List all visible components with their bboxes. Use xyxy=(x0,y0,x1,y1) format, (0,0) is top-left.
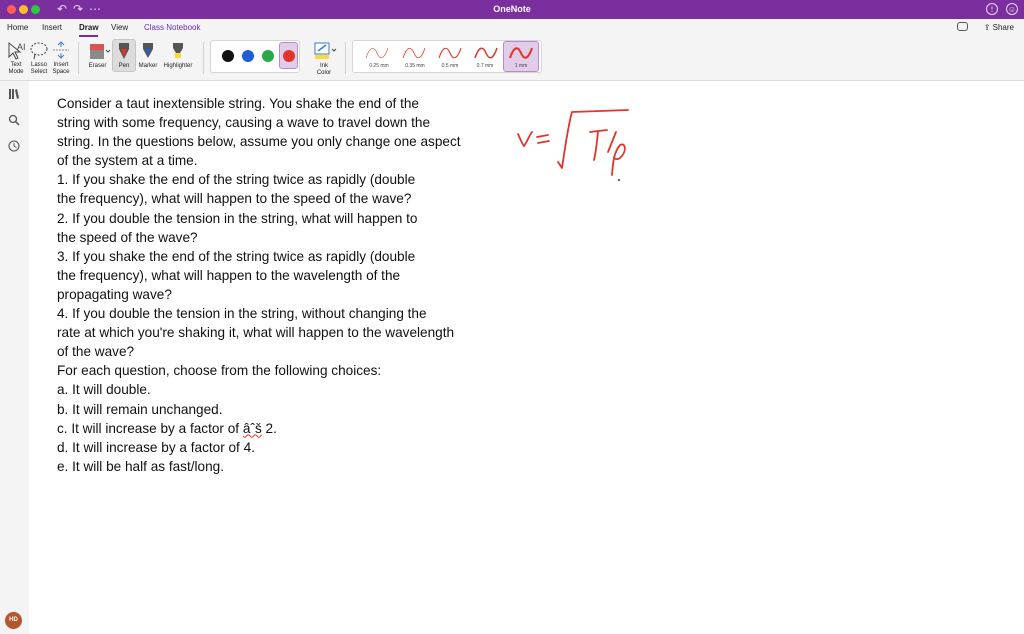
question-text-block[interactable]: Consider a taut inextensible string. You… xyxy=(57,94,497,476)
avatar[interactable]: HD xyxy=(5,612,22,629)
insert-space-label-2: Space xyxy=(52,69,70,75)
ink-color-label-1: Ink xyxy=(319,63,328,69)
choice-line: d. It will increase by a factor of 4. xyxy=(57,439,255,455)
maximize-window-button[interactable] xyxy=(31,5,40,14)
text-mode-button[interactable]: AI Text Mode xyxy=(4,40,28,76)
recent-notes-icon[interactable] xyxy=(8,140,20,152)
toolbar-divider xyxy=(203,42,204,74)
stroke-0-5mm-icon[interactable] xyxy=(435,44,465,62)
note-line: a. It will double. xyxy=(57,382,151,398)
lasso-label-1: Lasso xyxy=(30,62,47,68)
marker-icon xyxy=(143,43,153,58)
note-line: For each question, choose from the follo… xyxy=(57,363,382,379)
active-tab-indicator xyxy=(79,35,98,37)
note-line: Consider a taut inextensible string. You… xyxy=(57,96,419,111)
lasso-select-button[interactable]: Lasso Select xyxy=(28,40,50,76)
tab-insert[interactable]: Insert xyxy=(42,23,62,32)
note-line: the frequency), what will happen to the … xyxy=(57,191,412,207)
insert-space-label-1: Insert xyxy=(53,62,69,68)
comments-icon[interactable] xyxy=(957,22,968,31)
title-bar: ↶ ↷ ⋯ OneNote ! ☺ xyxy=(0,0,1024,19)
minimize-window-button[interactable] xyxy=(19,5,28,14)
lasso-label-2: Select xyxy=(30,69,48,75)
insert-space-icon xyxy=(53,41,69,59)
note-line: string. In the questions below, assume y… xyxy=(57,134,461,150)
search-icon[interactable] xyxy=(8,114,20,126)
note-line: the frequency), what will happen to the … xyxy=(57,267,401,283)
green-pen-swatch[interactable] xyxy=(262,50,274,62)
text-mode-label-2: Mode xyxy=(8,69,24,75)
note-line: string with some frequency, causing a wa… xyxy=(57,115,431,131)
redo-icon[interactable]: ↷ xyxy=(73,2,83,16)
note-line: the speed of the wave? xyxy=(57,229,198,245)
choice-c-line: c. It will increase by a factor of âˆš 2… xyxy=(57,419,497,438)
smiley-icon[interactable]: ☺ xyxy=(1006,3,1018,15)
stroke-0-7mm-label: 0.7 mm xyxy=(476,63,494,69)
handwritten-equation-ink[interactable] xyxy=(510,100,640,190)
left-navigation-rail xyxy=(0,81,29,634)
misspelled-symbol: âˆš xyxy=(242,420,262,436)
text-mode-icon: AI xyxy=(8,41,26,60)
ink-color-label-2: Color xyxy=(316,70,332,76)
note-line: of the system at a time. xyxy=(57,153,198,169)
choice-c-suffix: 2. xyxy=(261,420,277,436)
notebooks-icon[interactable] xyxy=(8,88,20,100)
pen-label: Pen xyxy=(118,63,130,69)
close-window-button[interactable] xyxy=(7,5,16,14)
stroke-0-25mm-label: 0.25 mm xyxy=(369,63,389,69)
stroke-1mm-icon[interactable] xyxy=(506,44,536,62)
blue-pen-swatch[interactable] xyxy=(242,50,254,62)
toolbar-divider xyxy=(78,42,79,74)
draw-toolbar: AI Text Mode Lasso Select Insert Space E… xyxy=(0,38,1024,81)
eraser-icon xyxy=(89,44,110,59)
more-icon[interactable]: ⋯ xyxy=(89,2,101,16)
tab-view[interactable]: View xyxy=(111,23,128,32)
eraser-label: Eraser xyxy=(88,63,107,69)
note-line: of the wave? xyxy=(57,344,135,360)
tab-class-notebook[interactable]: Class Notebook xyxy=(144,23,200,32)
share-icon: ⇪ xyxy=(983,23,991,32)
marker-label: Marker xyxy=(138,63,158,69)
stroke-0-35mm-icon[interactable] xyxy=(399,44,429,62)
svg-text:AI: AI xyxy=(17,42,26,52)
text-mode-label-1: Text xyxy=(10,62,22,68)
tab-home[interactable]: Home xyxy=(7,23,28,32)
ribbon-tabs: Home Insert Draw View Class Notebook ⇪ S… xyxy=(0,19,1024,38)
note-line: 2. If you double the tension in the stri… xyxy=(57,210,418,226)
red-pen-swatch[interactable] xyxy=(283,50,295,62)
ink-color-button[interactable]: Ink Color xyxy=(308,41,340,77)
eraser-button[interactable]: Eraser xyxy=(84,41,111,70)
pen-button[interactable]: Pen xyxy=(112,41,136,70)
choice-line: e. It will be half as fast/long. xyxy=(57,458,224,474)
black-pen-swatch[interactable] xyxy=(222,50,234,62)
note-line: 4. If you double the tension in the stri… xyxy=(57,306,427,322)
stroke-0-5mm-label: 0.5 mm xyxy=(441,63,459,69)
stroke-0-35mm-label: 0.35 mm xyxy=(405,63,425,69)
highlighter-button[interactable]: Highlighter xyxy=(160,41,196,70)
pen-icon xyxy=(119,43,129,59)
lightbulb-icon[interactable]: ! xyxy=(986,3,998,15)
window-title: OneNote xyxy=(493,4,531,14)
marker-button[interactable]: Marker xyxy=(137,41,159,70)
undo-icon[interactable]: ↶ xyxy=(57,2,67,16)
stroke-0-7mm-icon[interactable] xyxy=(471,44,501,62)
share-button[interactable]: ⇪ Share xyxy=(984,23,1014,32)
toolbar-divider xyxy=(345,42,346,74)
share-label: Share xyxy=(992,23,1014,32)
highlighter-icon xyxy=(173,43,183,58)
note-line: propagating wave? xyxy=(57,286,172,302)
stroke-0-25mm-icon[interactable] xyxy=(362,44,392,62)
note-line: 1. If you shake the end of the string tw… xyxy=(57,172,416,188)
choice-c-prefix: c. It will increase by a factor of xyxy=(57,420,243,436)
tab-draw[interactable]: Draw xyxy=(79,23,99,32)
note-line: 3. If you shake the end of the string tw… xyxy=(57,248,416,264)
note-line: rate at which you're shaking it, what wi… xyxy=(57,325,455,341)
note-line: b. It will remain unchanged. xyxy=(57,401,223,417)
stroke-1mm-label: 1 mm xyxy=(514,63,528,69)
highlighter-label: Highlighter xyxy=(163,63,193,69)
ink-color-icon xyxy=(314,42,337,59)
insert-space-button[interactable]: Insert Space xyxy=(50,40,72,76)
lasso-icon xyxy=(30,42,48,60)
